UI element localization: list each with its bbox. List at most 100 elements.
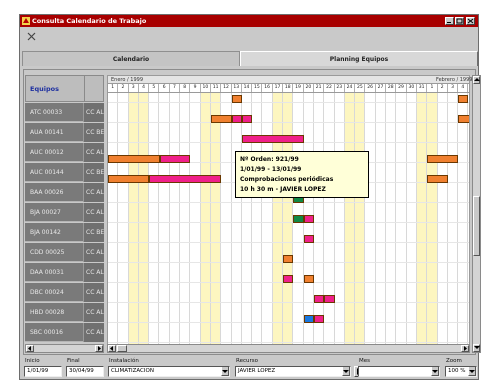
day-label: 19 bbox=[293, 84, 304, 92]
work-order-bar[interactable] bbox=[108, 155, 160, 163]
title-bar[interactable]: Consulta Calendario de Trabajo bbox=[20, 15, 478, 27]
month-label-right: Febrero / 1999 bbox=[436, 77, 473, 83]
weekend-column bbox=[138, 93, 150, 344]
equipment-cost-center: CC AL bbox=[83, 283, 104, 302]
day-label: 4 bbox=[139, 84, 150, 92]
work-order-bar[interactable] bbox=[468, 275, 469, 283]
work-order-bar[interactable] bbox=[468, 255, 469, 263]
close-x-icon[interactable] bbox=[26, 31, 37, 42]
chevron-down-icon[interactable] bbox=[431, 367, 439, 376]
equipment-row[interactable]: AUA 00141 CC BE bbox=[25, 123, 104, 142]
equipment-row[interactable]: BJA 00027 CC AL bbox=[25, 203, 104, 222]
equipment-row[interactable]: BJA 00142 CC BE bbox=[25, 223, 104, 242]
final-field[interactable]: 30/04/99 bbox=[66, 366, 104, 377]
work-order-bar[interactable] bbox=[283, 275, 294, 283]
equipment-row[interactable]: AUC 00144 CC BE bbox=[25, 163, 104, 182]
day-column bbox=[221, 93, 232, 344]
work-order-bar[interactable] bbox=[211, 115, 232, 123]
day-header: 1 2 3 4 5 6 7 8 9 10 11 12 13 14 15 16 17 18 19 20 21 22 23 24 2… bbox=[107, 84, 470, 93]
work-order-bar[interactable] bbox=[303, 215, 314, 223]
day-label: 28 bbox=[386, 84, 397, 92]
grid-scroll-right-arrow-icon[interactable] bbox=[461, 345, 469, 352]
work-order-bar[interactable] bbox=[283, 255, 294, 263]
tab-calendario[interactable]: Calendario bbox=[22, 51, 240, 66]
scroll-left-arrow-icon[interactable] bbox=[26, 345, 34, 352]
equipment-row[interactable]: HBD 00028 CC AL bbox=[25, 303, 104, 322]
equipment-cost-center: CC BE bbox=[83, 163, 104, 182]
work-order-bar[interactable] bbox=[468, 135, 469, 143]
vertical-scrollbar[interactable] bbox=[472, 75, 481, 353]
day-label: 30 bbox=[407, 84, 417, 92]
work-order-bar[interactable] bbox=[231, 115, 242, 123]
tab-planning-equipos[interactable]: Planning Equipos bbox=[240, 51, 478, 66]
day-label: 15 bbox=[252, 84, 263, 92]
work-order-bar[interactable] bbox=[427, 175, 448, 183]
chevron-down-icon[interactable] bbox=[468, 367, 476, 376]
inicio-field[interactable]: 1/01/99 bbox=[24, 366, 62, 377]
work-order-bar[interactable] bbox=[149, 175, 222, 183]
order-tooltip: Nº Orden: 921/99 1/01/99 - 13/01/99 Comp… bbox=[235, 151, 369, 198]
work-order-bar[interactable] bbox=[314, 315, 325, 323]
minimize-icon[interactable] bbox=[445, 17, 454, 25]
work-order-bar[interactable] bbox=[231, 95, 242, 103]
weekend-column bbox=[272, 93, 284, 344]
day-label: 27 bbox=[376, 84, 387, 92]
work-order-bar[interactable] bbox=[427, 155, 459, 163]
grid-horizontal-scroll-thumb[interactable] bbox=[117, 345, 127, 352]
day-column bbox=[252, 93, 263, 344]
work-order-bar[interactable] bbox=[324, 295, 335, 303]
grid-scroll-left-arrow-icon[interactable] bbox=[108, 345, 116, 352]
equipment-cost-center: CC AL bbox=[83, 323, 104, 342]
equipment-cost-center: CC AL bbox=[83, 263, 104, 282]
equipment-row[interactable]: SBC 00016 CC AL bbox=[25, 323, 104, 342]
app-root: Consulta Calendario de Trabajo Calendari… bbox=[0, 0, 492, 385]
equipment-row[interactable]: CDD 00025 CC AL bbox=[25, 243, 104, 262]
scroll-right-arrow-icon[interactable] bbox=[95, 345, 103, 352]
equipment-row[interactable]: AUC 00012 CC AL bbox=[25, 143, 104, 162]
day-column bbox=[396, 93, 407, 344]
equipment-row[interactable]: DBC 00024 CC AL bbox=[25, 283, 104, 302]
equipment-code: BAA 00026 bbox=[30, 189, 64, 196]
work-order-bar[interactable] bbox=[458, 115, 469, 123]
work-order-bar[interactable] bbox=[293, 215, 304, 223]
planning-grid[interactable] bbox=[107, 93, 470, 344]
work-order-bar[interactable] bbox=[303, 235, 314, 243]
day-label: 24 bbox=[345, 84, 356, 92]
work-order-bar[interactable] bbox=[314, 295, 325, 303]
work-order-bar[interactable] bbox=[468, 235, 469, 243]
vertical-scroll-thumb[interactable] bbox=[473, 196, 480, 256]
work-order-bar[interactable] bbox=[108, 175, 150, 183]
work-order-bar[interactable] bbox=[303, 315, 314, 323]
maximize-icon[interactable] bbox=[455, 17, 464, 25]
instalacion-select[interactable]: CLIMATIZACION bbox=[108, 366, 230, 377]
equipment-horizontal-scrollbar[interactable] bbox=[25, 344, 104, 353]
work-order-bar[interactable] bbox=[159, 155, 191, 163]
equipment-row[interactable]: BAA 00026 CC AL bbox=[25, 183, 104, 202]
month-header: Enero / 1999 Febrero / 1999 bbox=[107, 75, 473, 84]
recurso-select[interactable]: JAVIER LOPEZ bbox=[235, 366, 351, 377]
grid-horizontal-scrollbar[interactable] bbox=[107, 344, 470, 353]
day-label: 2 bbox=[118, 84, 129, 92]
day-column bbox=[160, 93, 170, 344]
recurso-value: JAVIER LOPEZ bbox=[238, 368, 276, 374]
scroll-up-arrow-icon[interactable] bbox=[473, 76, 480, 84]
work-order-bar[interactable] bbox=[303, 275, 314, 283]
row-gridline bbox=[108, 202, 469, 203]
chevron-down-icon[interactable] bbox=[342, 367, 350, 376]
equipment-row[interactable]: DAA 00031 CC AL bbox=[25, 263, 104, 282]
weekend-column bbox=[283, 93, 294, 344]
chevron-down-icon[interactable] bbox=[221, 367, 229, 376]
app-icon[interactable] bbox=[22, 17, 30, 25]
work-order-bar[interactable] bbox=[241, 115, 253, 123]
mes-select[interactable] bbox=[358, 366, 440, 377]
window-close-icon[interactable] bbox=[466, 17, 475, 25]
zoom-select[interactable]: 100 % bbox=[445, 366, 477, 377]
day-label: 25 bbox=[355, 84, 366, 92]
work-order-bar[interactable] bbox=[458, 95, 469, 103]
weekend-column bbox=[128, 93, 139, 344]
equipment-row[interactable]: ATC 00033 CC AL bbox=[25, 103, 104, 122]
day-label: 6 bbox=[160, 84, 170, 92]
day-label: 9 bbox=[190, 84, 201, 92]
scroll-down-arrow-icon[interactable] bbox=[473, 344, 480, 352]
work-order-bar[interactable] bbox=[241, 135, 304, 143]
